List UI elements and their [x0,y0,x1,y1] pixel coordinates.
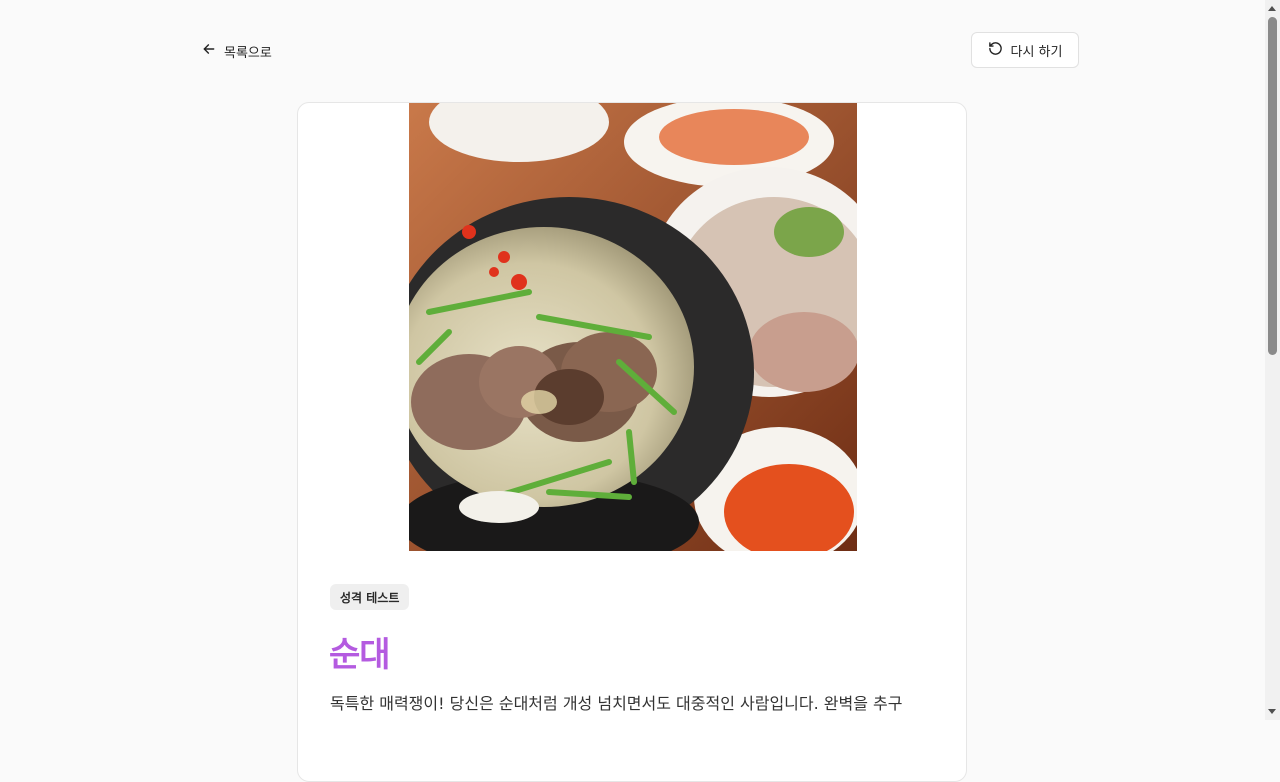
retry-button-label: 다시 하기 [1010,44,1063,60]
result-description: 독특한 매력쟁이! 당신은 순대처럼 개성 넘치면서도 대중적인 사람입니다. … [330,694,903,713]
result-card: 성격 테스트 순대 독특한 매력쟁이! 당신은 순대처럼 개성 넘치면서도 대중… [297,102,967,782]
scrollbar-thumb[interactable] [1268,17,1277,355]
scroll-up-arrow-icon[interactable] [1268,6,1276,11]
scroll-down-arrow-icon[interactable] [1268,709,1276,714]
test-category-badge: 성격 테스트 [330,584,410,610]
retry-button[interactable]: 다시 하기 [971,32,1079,68]
result-title: 순대 [329,635,391,675]
result-image [409,103,857,551]
back-to-list-link[interactable]: 목록으로 [202,38,272,64]
arrow-left-icon [202,42,216,60]
page-scrollbar[interactable] [1265,0,1280,720]
back-link-label: 목록으로 [224,45,272,61]
rotate-ccw-icon [988,41,1003,60]
top-navigation: 목록으로 다시 하기 [0,0,1265,100]
